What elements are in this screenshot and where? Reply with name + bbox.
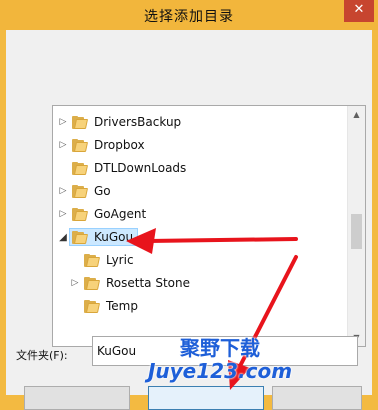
folder-icon — [72, 161, 89, 175]
scroll-thumb[interactable] — [351, 214, 362, 249]
expand-arrow-icon[interactable]: ▷ — [57, 209, 69, 219]
expand-arrow-icon[interactable]: ▷ — [57, 117, 69, 127]
tree-item-temp[interactable]: Temp — [69, 295, 143, 317]
tree-item-label: DTLDownLoads — [94, 161, 187, 175]
watermark: 聚野下载 Juye123.com — [140, 336, 300, 382]
folder-tree[interactable]: ▷ DriversBackup ▷ Dropbox DTLDownLoads ▷… — [52, 105, 366, 347]
tree-item-label: KuGou — [94, 230, 134, 244]
tree-item-lyric[interactable]: Lyric — [69, 249, 139, 271]
tree-item-go[interactable]: ▷ Go — [57, 180, 116, 202]
folder-open-icon — [72, 230, 89, 244]
folder-icon — [72, 184, 89, 198]
watermark-line1: 聚野下载 — [180, 336, 260, 360]
ok-button[interactable] — [148, 386, 264, 410]
tree-item-dropbox[interactable]: ▷ Dropbox — [57, 134, 150, 156]
folder-icon — [72, 115, 89, 129]
folder-icon — [84, 299, 101, 313]
title-bar: 选择添加目录 ✕ — [0, 0, 378, 30]
tree-item-kugou[interactable]: ◢ KuGou — [57, 226, 139, 248]
tree-item-label: Rosetta Stone — [106, 276, 191, 290]
close-button[interactable]: ✕ — [344, 0, 374, 22]
folder-icon — [84, 253, 101, 267]
tree-item-label: Temp — [106, 299, 138, 313]
cancel-button[interactable] — [272, 386, 362, 410]
tree-item-driversbackup[interactable]: ▷ DriversBackup — [57, 111, 186, 133]
watermark-line2: Juye123.com — [147, 359, 293, 383]
scroll-up-icon[interactable]: ▲ — [348, 106, 365, 123]
tree-item-rosetta-stone[interactable]: ▷ Rosetta Stone — [69, 272, 195, 294]
folder-icon — [72, 207, 89, 221]
tree-item-label: Dropbox — [94, 138, 145, 152]
tree-item-label: GoAgent — [94, 207, 147, 221]
tree-item-label: DriversBackup — [94, 115, 182, 129]
folder-icon — [72, 138, 89, 152]
close-icon: ✕ — [353, 2, 365, 17]
window-title: 选择添加目录 — [144, 9, 234, 25]
tree-item-dtldownloads[interactable]: DTLDownLoads — [57, 157, 191, 179]
vertical-scrollbar[interactable]: ▲ ▼ — [347, 106, 365, 346]
tree-item-goagent[interactable]: ▷ GoAgent — [57, 203, 151, 225]
left-button[interactable] — [24, 386, 130, 410]
folder-field-label: 文件夹(F): — [16, 349, 68, 362]
expand-arrow-icon[interactable]: ▷ — [69, 278, 81, 288]
expand-arrow-icon[interactable]: ▷ — [57, 186, 69, 196]
expand-arrow-icon[interactable]: ▷ — [57, 140, 69, 150]
tree-item-label: Lyric — [106, 253, 134, 267]
folder-icon — [84, 276, 101, 290]
tree-item-label: Go — [94, 184, 111, 198]
collapse-arrow-icon[interactable]: ◢ — [57, 232, 69, 243]
